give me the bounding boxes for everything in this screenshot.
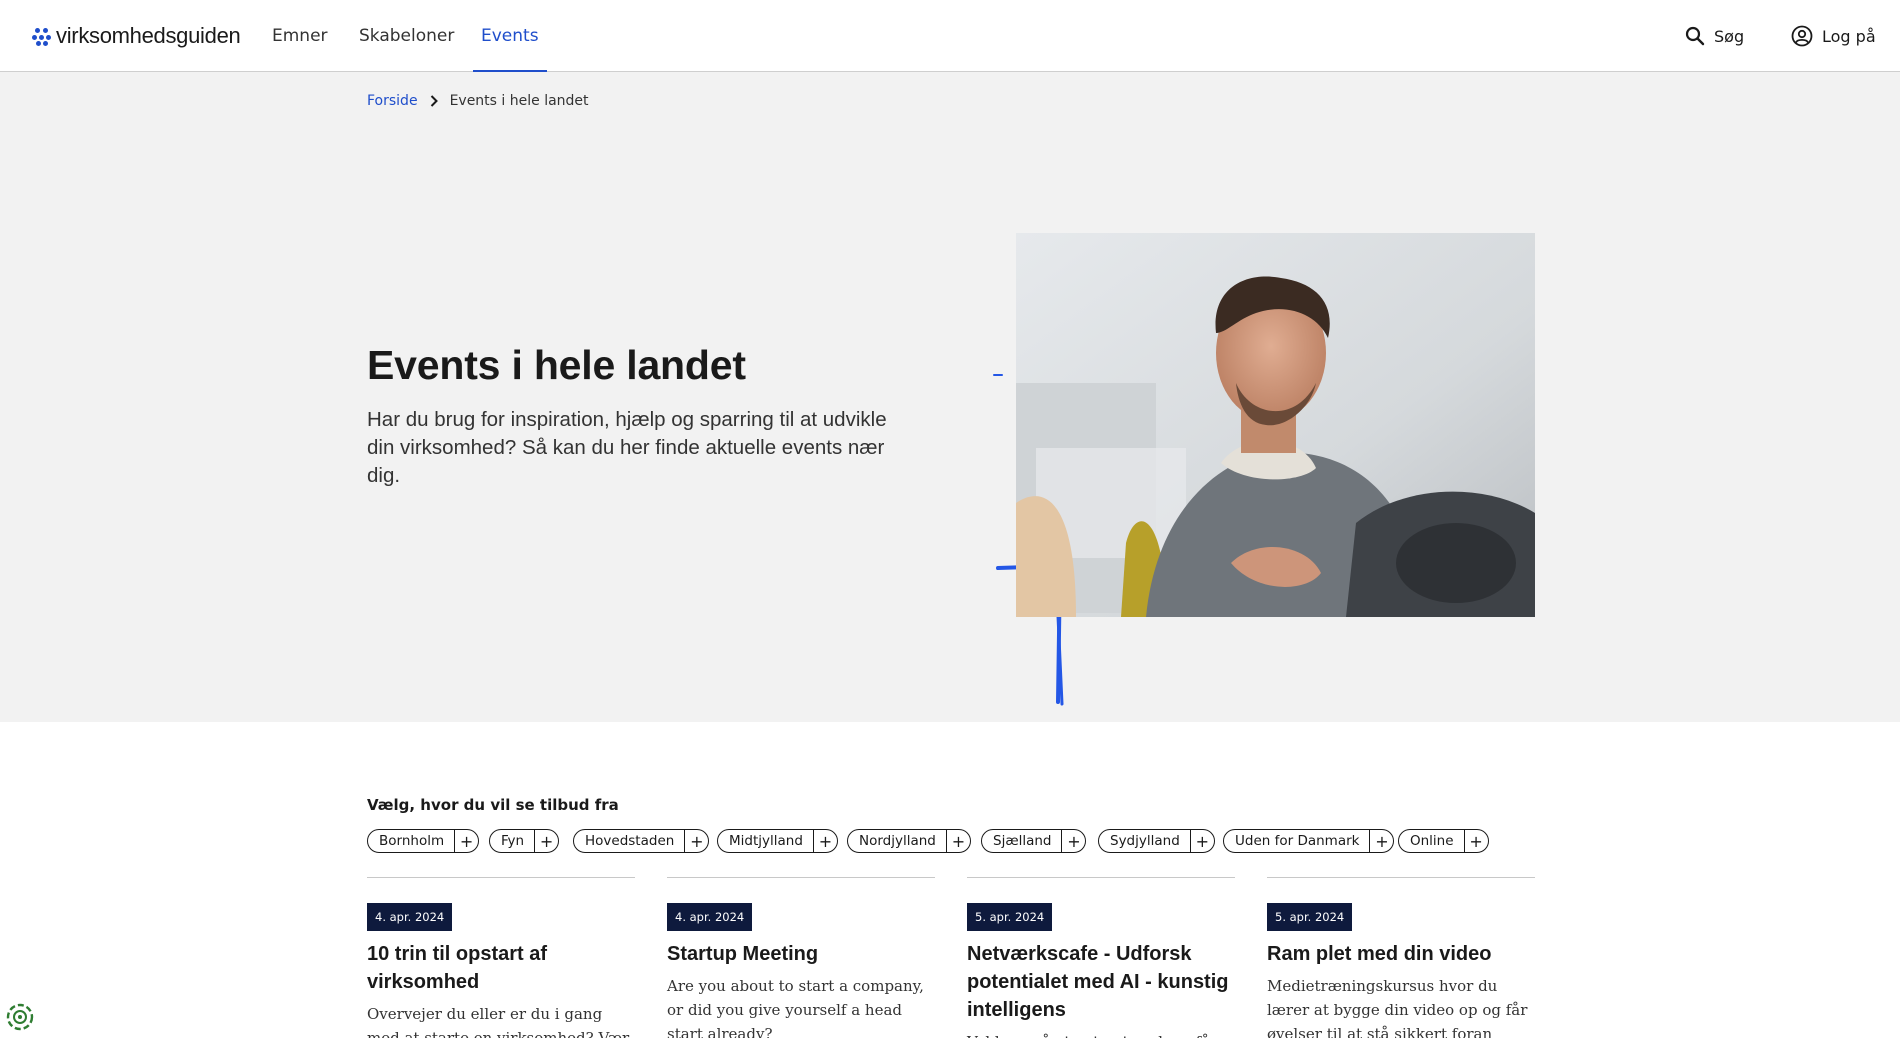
chip-label: Uden for Danmark [1235, 833, 1360, 849]
plus-icon: + [1189, 830, 1214, 852]
event-card[interactable]: 4. apr. 2024 10 trin til opstart af virk… [367, 877, 635, 1038]
breadcrumb: Forside Events i hele landet [367, 93, 589, 109]
event-card[interactable]: 5. apr. 2024 Ram plet med din video Medi… [1267, 877, 1535, 1038]
event-description: Medietræningskursus hvor du lærer at byg… [1267, 977, 1528, 1038]
chip-label: Midtjylland [729, 833, 803, 849]
chevron-right-icon [430, 95, 438, 107]
filter-chip-bornholm[interactable]: Bornholm + [367, 829, 480, 853]
filter-chip-midtjylland[interactable]: Midtjylland + [717, 829, 838, 853]
plus-icon: + [534, 830, 558, 852]
search-button[interactable]: Søg [1685, 0, 1744, 72]
search-label: Søg [1714, 26, 1745, 46]
cookie-icon [6, 1003, 34, 1031]
chip-label: Hovedstaden [585, 833, 675, 849]
event-date-badge: 5. apr. 2024 [967, 903, 1053, 931]
event-title: Netværkscafe - Udforsk potentialet med A… [967, 943, 1229, 1021]
breadcrumb-home-link[interactable]: Forside [367, 93, 418, 109]
site-header: virksomhedsguiden Emner Skabeloner Event… [0, 0, 1900, 73]
plus-icon: + [1061, 830, 1085, 852]
event-description: Overvejer du eller er du i gang med at s… [367, 1005, 630, 1038]
plus-icon: + [1369, 830, 1393, 852]
filter-chip-sjaelland[interactable]: Sjælland + [981, 829, 1087, 853]
filter-chip-online[interactable]: Online + [1398, 829, 1489, 853]
plus-icon: + [945, 830, 970, 852]
filter-chip-hovedstaden[interactable]: Hovedstaden + [573, 829, 710, 853]
plus-icon: + [684, 830, 708, 852]
chip-label: Fyn [501, 833, 525, 849]
nav-events-label: Events [481, 26, 539, 46]
chip-label: Sydjylland [1110, 833, 1180, 849]
search-icon [1685, 26, 1705, 46]
login-label: Log på [1822, 26, 1876, 46]
page-title: Events i hele landet [367, 342, 746, 388]
event-description: Are you about to start a company, or did… [667, 977, 924, 1038]
event-title: 10 trin til opstart af virksomhed [367, 943, 548, 993]
nav-emner[interactable]: Emner [272, 0, 328, 72]
logo-text: virksomhedsguiden [56, 23, 241, 48]
logo-dots-icon [32, 26, 52, 46]
hero-description: Har du brug for inspiration, hjælp og sp… [367, 408, 887, 487]
site-logo[interactable]: virksomhedsguiden [32, 22, 241, 50]
plus-icon: + [1463, 830, 1488, 852]
chip-label: Nordjylland [859, 833, 936, 849]
filter-chip-uden-for-danmark[interactable]: Uden for Danmark + [1223, 829, 1395, 853]
chip-label: Bornholm [379, 833, 445, 849]
login-button[interactable]: Log på [1791, 0, 1876, 72]
event-card[interactable]: 5. apr. 2024 Netværkscafe - Udforsk pote… [967, 877, 1235, 1038]
breadcrumb-current: Events i hele landet [449, 93, 589, 109]
filter-chip-sydjylland[interactable]: Sydjylland + [1098, 829, 1215, 853]
event-date-badge: 4. apr. 2024 [667, 903, 753, 931]
cookie-settings-button[interactable] [5, 1002, 35, 1032]
event-title: Ram plet med din video [1267, 943, 1492, 965]
plus-icon: + [812, 830, 837, 852]
event-card[interactable]: 4. apr. 2024 Startup Meeting Are you abo… [667, 877, 935, 1038]
plus-icon: + [454, 830, 478, 852]
hero-section: Forside Events i hele landet Events i he… [0, 72, 1900, 722]
hero-image [1016, 233, 1535, 617]
chip-label: Online [1410, 833, 1454, 849]
chip-label: Sjælland [993, 833, 1052, 849]
filter-chip-fyn[interactable]: Fyn + [489, 829, 560, 853]
filter-chip-nordjylland[interactable]: Nordjylland + [847, 829, 971, 853]
nav-events[interactable]: Events [473, 0, 547, 73]
hero-photo-image [1016, 233, 1535, 617]
user-icon [1791, 25, 1813, 47]
event-date-badge: 5. apr. 2024 [1267, 903, 1353, 931]
event-description: Vel kom på et nyt netværk og få [967, 1030, 1235, 1038]
filter-label: Vælg, hvor du vil se tilbud fra [367, 796, 619, 814]
event-date-badge: 4. apr. 2024 [367, 903, 453, 931]
event-title: Startup Meeting [667, 943, 819, 965]
nav-skabeloner[interactable]: Skabeloner [359, 0, 454, 72]
